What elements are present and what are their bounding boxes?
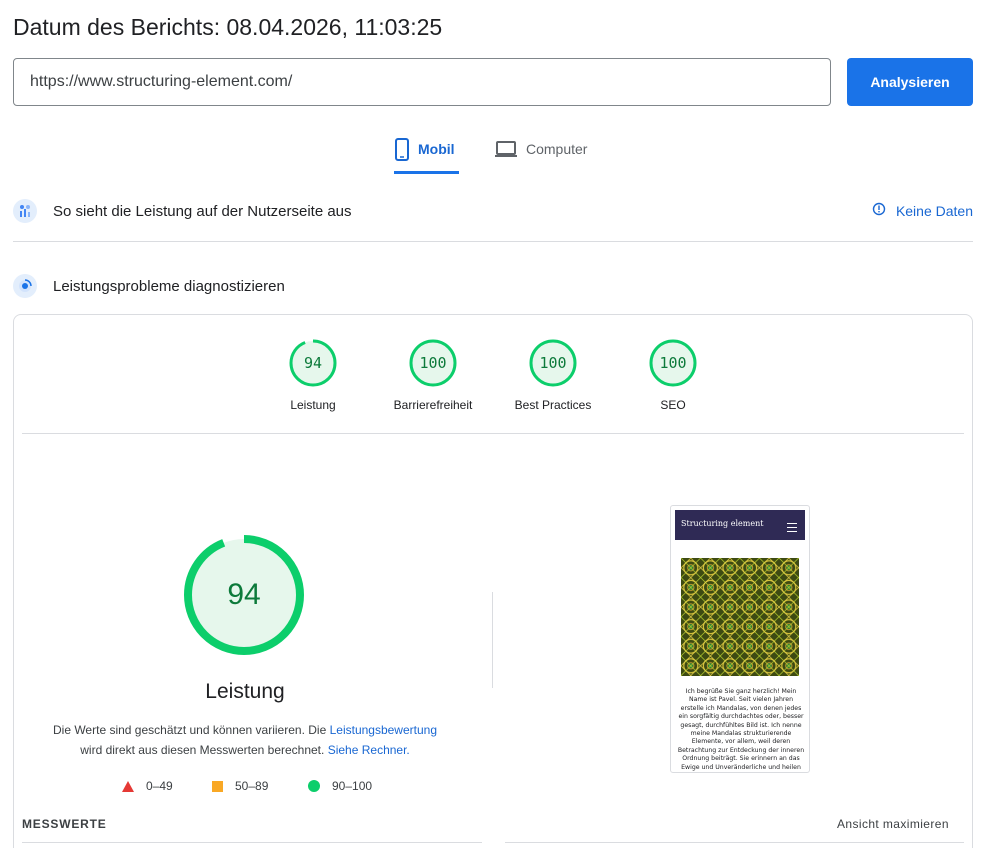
score-ring-performance: 94 (289, 339, 337, 387)
category-gauge-best-practices[interactable]: 100 Best Practices (493, 338, 613, 412)
lab-data-header: Leistungsprobleme diagnostizieren (13, 271, 973, 301)
note-text-1: Die Werte sind geschätzt und können vari… (52, 723, 327, 737)
device-tabs: Mobil Computer (0, 130, 988, 174)
note-text-2: wird direkt aus diesen Messwerten berech… (80, 743, 325, 757)
link-calculator[interactable]: Siehe Rechner. (328, 743, 410, 757)
tab-mobile-label: Mobil (418, 141, 455, 157)
legend-average-range: 50–89 (235, 779, 269, 793)
triangle-icon (122, 780, 134, 792)
mandala-image (681, 558, 799, 676)
analyze-button[interactable]: Analysieren (847, 58, 973, 106)
url-input-value: https://www.structuring-element.com/ (30, 73, 293, 90)
tab-computer[interactable]: Computer (494, 130, 587, 174)
screenshot-site-header: Structuring element (675, 510, 805, 540)
score-ring-best-practices: 100 (529, 339, 577, 387)
expand-view-toggle[interactable]: Ansicht maximieren (837, 817, 949, 831)
smartphone-icon (394, 138, 410, 162)
final-screenshot[interactable]: Structuring element Ich begrüße Sie ganz… (670, 505, 810, 773)
score-value-seo: 100 (659, 354, 686, 372)
metrics-heading: MESSWERTE (22, 817, 107, 831)
legend-fail: 0–49 (122, 778, 173, 794)
field-data-title: So sieht die Leistung auf der Nutzerseit… (53, 202, 352, 220)
circle-icon (308, 780, 320, 792)
performance-note: Die Werte sind geschätzt und können vari… (0, 720, 490, 760)
gauges-divider (22, 433, 964, 434)
legend-average: 50–89 (212, 778, 268, 794)
menu-icon (787, 523, 797, 535)
score-ring-seo: 100 (649, 339, 697, 387)
tab-mobile[interactable]: Mobil (394, 130, 459, 174)
category-gauge-accessibility[interactable]: 100 Barrierefreiheit (373, 338, 493, 412)
metrics-divider-right (505, 842, 964, 843)
screenshot-intro-text: Ich begrüße Sie ganz herzlich! Mein Name… (677, 688, 805, 771)
category-label-seo: SEO (660, 398, 686, 412)
link-performance-scoring[interactable]: Leistungsbewertung (330, 723, 437, 737)
category-label-accessibility: Barrierefreiheit (393, 398, 473, 412)
users-chart-icon (13, 199, 37, 223)
square-icon (212, 780, 223, 792)
category-gauge-seo[interactable]: 100 SEO (613, 338, 733, 412)
score-value-performance: 94 (304, 354, 322, 372)
category-gauge-performance[interactable]: 94 Leistung (253, 338, 373, 412)
tab-computer-label: Computer (526, 141, 588, 157)
legend-fail-range: 0–49 (146, 779, 173, 793)
legend-pass: 90–100 (308, 778, 372, 794)
category-label-performance: Leistung (290, 398, 336, 412)
report-date-title: Datum des Berichts: 08.04.2026, 11:03:25 (13, 14, 443, 40)
legend-pass-range: 90–100 (332, 779, 373, 793)
performance-gauge: 94 (184, 535, 304, 655)
info-icon (872, 202, 886, 219)
url-input[interactable]: https://www.structuring-element.com/ (13, 58, 831, 106)
field-data-header: So sieht die Leistung auf der Nutzerseit… (13, 196, 973, 226)
screenshot-site-name: Structuring element (681, 519, 764, 528)
vertical-separator (492, 592, 493, 688)
metrics-divider-left (22, 842, 482, 843)
performance-score: 94 (227, 578, 260, 611)
score-ring-accessibility: 100 (409, 339, 457, 387)
diagnostics-icon (13, 274, 37, 298)
lab-data-title: Leistungsprobleme diagnostizieren (53, 277, 285, 295)
score-value-accessibility: 100 (419, 354, 446, 372)
laptop-icon (494, 138, 518, 160)
performance-title: Leistung (205, 680, 285, 703)
score-value-best-practices: 100 (539, 354, 566, 372)
category-label-best-practices: Best Practices (514, 398, 592, 412)
no-data-link[interactable]: Keine Daten (872, 202, 973, 219)
no-data-label: Keine Daten (895, 202, 973, 219)
section-divider (13, 241, 973, 242)
